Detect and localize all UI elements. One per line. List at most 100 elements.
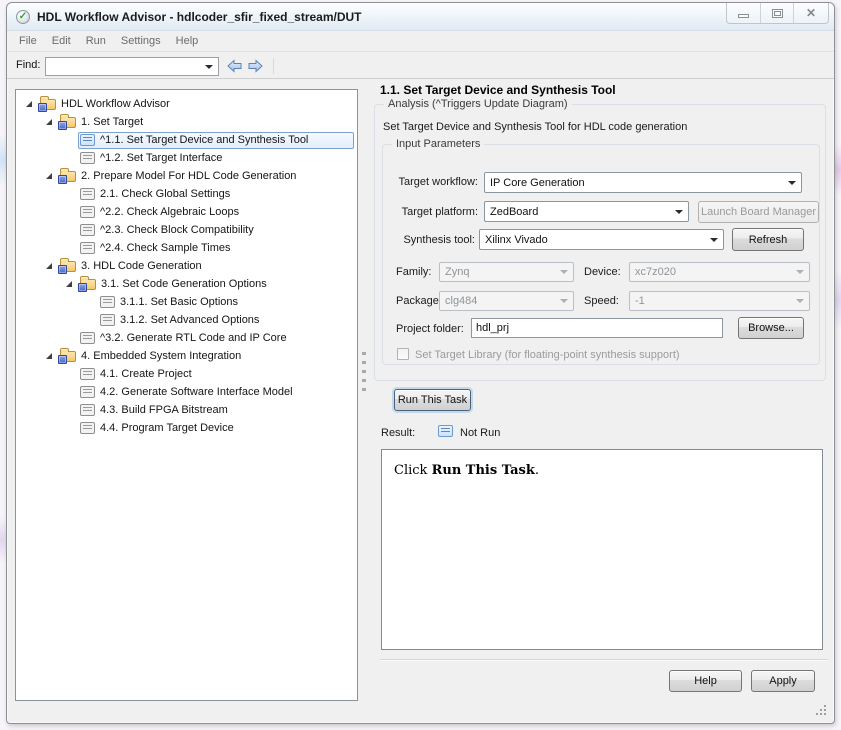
tree-item-label: 2. Prepare Model For HDL Code Generation bbox=[81, 170, 297, 182]
find-next-button[interactable] bbox=[246, 57, 265, 75]
tree-item[interactable]: 4. Embedded System Integration bbox=[16, 347, 357, 365]
family-label: Family: bbox=[396, 266, 432, 278]
find-input[interactable] bbox=[46, 59, 205, 74]
browse-button[interactable]: Browse... bbox=[738, 317, 804, 339]
task-icon bbox=[80, 206, 95, 218]
tree-item-label: ^1.2. Set Target Interface bbox=[100, 152, 223, 164]
refresh-button[interactable]: Refresh bbox=[732, 228, 804, 251]
tree-item-label: ^1.1. Set Target Device and Synthesis To… bbox=[100, 134, 309, 146]
synthesis-tool-label: Synthesis tool: bbox=[403, 234, 475, 246]
target-platform-value: ZedBoard bbox=[490, 205, 539, 218]
set-target-library-label: Set Target Library (for floating-point s… bbox=[415, 349, 680, 361]
tree-item[interactable]: 3.1. Set Code Generation Options bbox=[16, 275, 357, 293]
task-icon bbox=[80, 224, 95, 236]
arrow-left-icon bbox=[227, 59, 242, 73]
maximize-button[interactable] bbox=[760, 3, 793, 23]
window-controls: ✕ bbox=[726, 3, 829, 24]
folder-icon bbox=[78, 275, 96, 292]
help-button[interactable]: Help bbox=[669, 670, 742, 692]
expand-triangle-icon[interactable] bbox=[46, 119, 52, 125]
expand-triangle-icon[interactable] bbox=[46, 353, 52, 359]
tree-item[interactable]: ^2.2. Check Algebraic Loops bbox=[16, 203, 357, 221]
package-label: Package: bbox=[396, 295, 442, 307]
expand-triangle-icon[interactable] bbox=[26, 101, 32, 107]
close-button[interactable]: ✕ bbox=[793, 3, 828, 23]
tree-item[interactable]: 4.2. Generate Software Interface Model bbox=[16, 383, 357, 401]
titlebar[interactable]: ✓ HDL Workflow Advisor - hdlcoder_sfir_f… bbox=[7, 3, 834, 31]
window-title: HDL Workflow Advisor - hdlcoder_sfir_fix… bbox=[37, 10, 362, 24]
divider bbox=[380, 659, 828, 661]
tree-item[interactable]: 2. Prepare Model For HDL Code Generation bbox=[16, 167, 357, 185]
synthesis-tool-select[interactable]: Xilinx Vivado bbox=[479, 229, 724, 250]
tree-item[interactable]: 3.1.2. Set Advanced Options bbox=[16, 311, 357, 329]
result-label: Result: bbox=[381, 427, 416, 439]
tree-item[interactable]: HDL Workflow Advisor bbox=[16, 95, 357, 113]
launch-board-manager-button[interactable]: Launch Board Manager bbox=[698, 201, 819, 223]
family-value: Zynq bbox=[445, 266, 470, 278]
chevron-down-icon bbox=[796, 270, 804, 274]
close-icon: ✕ bbox=[805, 6, 817, 20]
package-select: clg484 bbox=[439, 291, 574, 311]
expand-triangle-icon[interactable] bbox=[46, 173, 52, 179]
arrow-right-icon bbox=[248, 59, 263, 73]
tree-item[interactable]: ^2.3. Check Block Compatibility bbox=[16, 221, 357, 239]
folder-icon bbox=[58, 347, 76, 364]
tree-item[interactable]: ^2.4. Check Sample Times bbox=[16, 239, 357, 257]
find-combobox[interactable] bbox=[45, 57, 219, 76]
target-workflow-select[interactable]: IP Core Generation bbox=[484, 172, 802, 193]
menu-item-help[interactable]: Help bbox=[176, 35, 199, 47]
folder-icon bbox=[58, 113, 76, 130]
tree-item[interactable]: 3. HDL Code Generation bbox=[16, 257, 357, 275]
tree-item-label: ^3.2. Generate RTL Code and IP Core bbox=[100, 332, 287, 344]
chevron-down-icon bbox=[788, 180, 796, 185]
toolbar-separator bbox=[273, 58, 274, 74]
menu-item-file[interactable]: File bbox=[19, 35, 37, 47]
menu-item-run[interactable]: Run bbox=[86, 35, 106, 47]
tree-item[interactable]: 4.4. Program Target Device bbox=[16, 419, 357, 437]
tree-item-label: 3.1.2. Set Advanced Options bbox=[120, 314, 260, 326]
device-value: xc7z020 bbox=[635, 266, 676, 278]
folder-icon bbox=[58, 167, 76, 184]
tree-item-label: ^2.4. Check Sample Times bbox=[100, 242, 231, 254]
task-icon bbox=[80, 242, 95, 254]
run-this-task-button[interactable]: Run This Task bbox=[394, 389, 471, 411]
target-platform-select[interactable]: ZedBoard bbox=[484, 201, 689, 222]
message-bold: Run This Task bbox=[431, 463, 535, 478]
task-icon bbox=[80, 404, 95, 416]
apply-button[interactable]: Apply bbox=[751, 670, 815, 692]
tree-item[interactable]: 1. Set Target bbox=[16, 113, 357, 131]
tree-item[interactable]: 3.1.1. Set Basic Options bbox=[16, 293, 357, 311]
tree-item[interactable]: 4.3. Build FPGA Bitstream bbox=[16, 401, 357, 419]
tree-item[interactable]: 4.1. Create Project bbox=[16, 365, 357, 383]
task-icon bbox=[80, 368, 95, 380]
hdl-workflow-advisor-window: ✓ HDL Workflow Advisor - hdlcoder_sfir_f… bbox=[6, 2, 835, 724]
chevron-down-icon bbox=[560, 270, 568, 274]
tree-item[interactable]: ^1.1. Set Target Device and Synthesis To… bbox=[16, 131, 357, 149]
chevron-down-icon bbox=[796, 299, 804, 303]
menu-item-edit[interactable]: Edit bbox=[52, 35, 71, 47]
tree-item[interactable]: 2.1. Check Global Settings bbox=[16, 185, 357, 203]
chevron-down-icon bbox=[560, 299, 568, 303]
menu-item-settings[interactable]: Settings bbox=[121, 35, 161, 47]
project-folder-input[interactable] bbox=[471, 318, 723, 338]
task-icon bbox=[100, 314, 115, 326]
result-message: Click Run This Task. bbox=[394, 463, 810, 478]
tree-item[interactable]: ^1.2. Set Target Interface bbox=[16, 149, 357, 167]
result-status: Not Run bbox=[460, 427, 501, 439]
folder-icon bbox=[38, 95, 56, 112]
task-description: Set Target Device and Synthesis Tool for… bbox=[383, 121, 688, 133]
tree-item-label: 3.1. Set Code Generation Options bbox=[101, 278, 267, 290]
expand-triangle-icon[interactable] bbox=[66, 281, 72, 287]
chevron-down-icon[interactable] bbox=[205, 64, 213, 69]
task-icon bbox=[80, 134, 95, 146]
minimize-button[interactable] bbox=[727, 3, 760, 23]
resize-grip-icon[interactable] bbox=[815, 704, 828, 717]
splitter-handle[interactable] bbox=[362, 352, 366, 394]
tree-item[interactable]: ^3.2. Generate RTL Code and IP Core bbox=[16, 329, 357, 347]
find-previous-button[interactable] bbox=[225, 57, 244, 75]
minimize-icon bbox=[738, 14, 749, 18]
speed-label: Speed: bbox=[584, 295, 619, 307]
task-icon bbox=[80, 422, 95, 434]
expand-triangle-icon[interactable] bbox=[46, 263, 52, 269]
target-platform-label: Target platform: bbox=[401, 206, 478, 218]
